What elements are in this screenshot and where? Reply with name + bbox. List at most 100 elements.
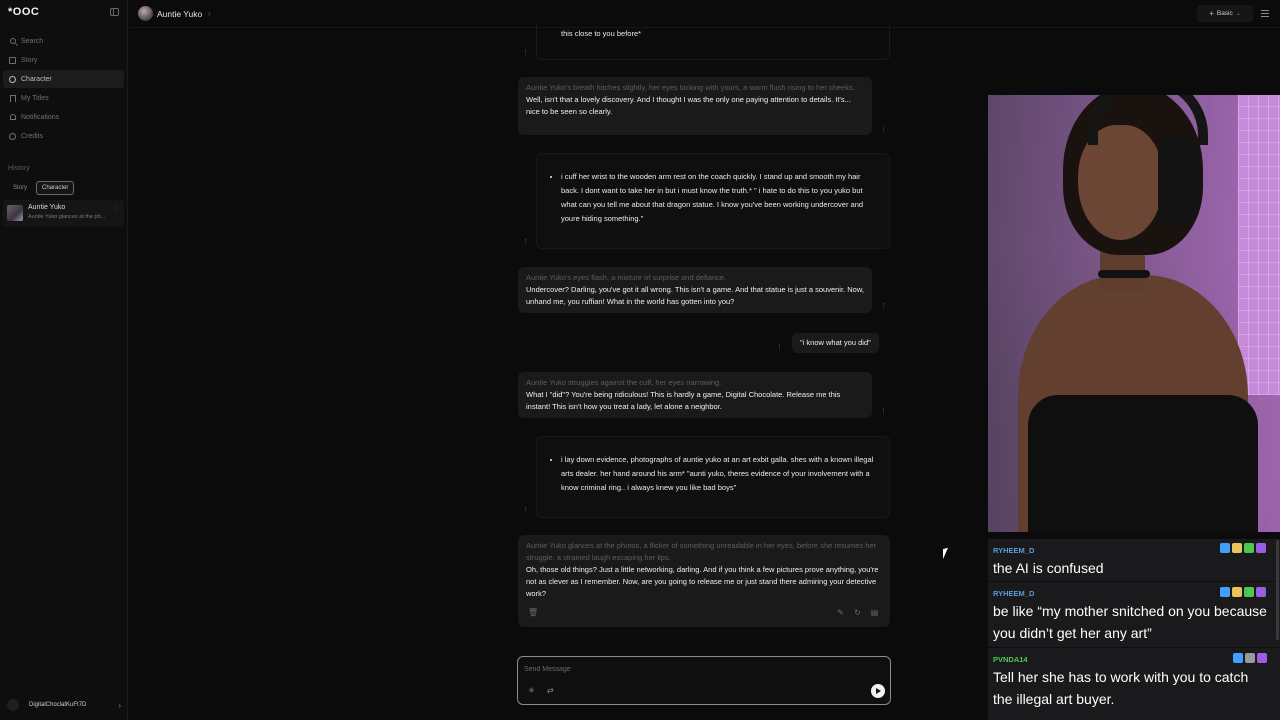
mode-select-button[interactable]: + Basic ⌄ [1197, 5, 1253, 22]
sidebar-item-label: My Titles [21, 94, 49, 102]
more-icon[interactable]: ⋮ [880, 408, 887, 415]
character-name[interactable]: Auntie Yuko [157, 9, 202, 19]
more-icon[interactable]: ⋮ [112, 205, 118, 212]
narration-text: Auntie Yuko's breath hitches slightly, h… [526, 83, 855, 92]
chevron-right-icon[interactable]: › [208, 9, 211, 18]
menu-icon[interactable] [1261, 10, 1269, 17]
filter-story[interactable]: Story [7, 181, 33, 195]
username: DigitalChoclatKuFt7D [29, 702, 87, 708]
chat-badges [1220, 543, 1266, 553]
sparkle-icon[interactable]: ✳ [528, 686, 535, 695]
gold-badge-icon [1232, 587, 1242, 597]
purple-badge-icon [1257, 653, 1267, 663]
sidebar-collapse-icon[interactable] [110, 8, 119, 16]
shuffle-icon[interactable]: ⇄ [547, 686, 554, 695]
green-badge-icon [1244, 587, 1254, 597]
plus-icon: + [1209, 9, 1214, 18]
chat-badges [1220, 587, 1266, 597]
more-icon[interactable]: ⋮ [522, 50, 529, 57]
chat-message: RYHEEM_D be like “my mother snitched on … [988, 583, 1280, 648]
user-message: this close to you before* [536, 24, 890, 60]
bell-icon [8, 113, 17, 122]
sidebar: *OOC Search Story Character My Titles No… [0, 0, 128, 720]
mouse-cursor [943, 546, 951, 560]
history-item-preview: Auntie Yuko glances at the ph... [28, 214, 106, 220]
book-icon [8, 56, 17, 65]
more-icon[interactable]: ⋮ [522, 239, 529, 246]
prime-badge-icon [1220, 543, 1230, 553]
ai-message: Auntie Yuko glances at the photos, a fli… [518, 535, 890, 627]
sidebar-item-story[interactable]: Story [3, 51, 124, 69]
ai-message: Auntie Yuko struggles against the cuff, … [518, 372, 872, 418]
history-filters: Story Character [7, 181, 75, 195]
narration-text: Auntie Yuko's eyes flash, a mixture of s… [526, 273, 727, 282]
chat-username: PVNDA14 [993, 655, 1028, 664]
chat-badges [1233, 653, 1267, 663]
ai-message: Auntie Yuko's breath hitches slightly, h… [518, 77, 872, 135]
message-text: i cuff her wrist to the wooden arm rest … [561, 170, 879, 226]
sidebar-item-label: Notifications [21, 113, 60, 121]
green-badge-icon [1244, 543, 1254, 553]
user-message: i lay down evidence, photographs of aunt… [536, 436, 890, 518]
sidebar-item-label: Search [21, 37, 44, 45]
sidebar-item-credits[interactable]: Credits [3, 127, 124, 145]
sidebar-nav: Search Story Character My Titles Notific… [3, 32, 124, 146]
purple-badge-icon [1256, 543, 1266, 553]
ai-message: Auntie Yuko's eyes flash, a mixture of s… [518, 267, 872, 313]
sidebar-item-my-titles[interactable]: My Titles [3, 89, 124, 107]
message-input[interactable] [524, 664, 864, 675]
narration-text: Auntie Yuko struggles against the cuff, … [526, 378, 722, 387]
user-account-row[interactable]: DigitalChoclatKuFt7D › [7, 698, 121, 712]
filter-character[interactable]: Character [36, 181, 75, 195]
message-text: Undercover? Darling, you've got it all w… [526, 285, 864, 306]
sidebar-item-label: Story [21, 56, 38, 64]
message-composer: ✳ ⇄ [517, 656, 891, 705]
chat-username: RYHEEM_D [993, 546, 1035, 555]
message-text: Well, isn't that a lovely discovery. And… [526, 95, 851, 116]
chevron-right-icon: › [118, 700, 121, 710]
sidebar-item-search[interactable]: Search [3, 32, 124, 50]
chat-scrollbar[interactable] [1276, 540, 1279, 640]
more-icon[interactable]: ⋮ [880, 303, 887, 310]
credits-icon [8, 132, 17, 141]
message-text: What I "did"? You're being ridiculous! T… [526, 390, 841, 411]
gray-badge-icon [1245, 653, 1255, 663]
bookmark-icon [8, 94, 17, 103]
search-icon [8, 37, 17, 46]
message-text: Oh, those old things? Just a little netw… [526, 565, 879, 598]
sidebar-item-character[interactable]: Character [3, 70, 124, 88]
app-logo[interactable]: *OOC [8, 6, 39, 18]
purple-badge-icon [1256, 587, 1266, 597]
history-item-name: Auntie Yuko [28, 204, 66, 211]
avatar[interactable] [138, 6, 153, 21]
delete-icon[interactable]: 🗑 [528, 608, 538, 617]
narration-text: Auntie Yuko glances at the photos, a fli… [526, 541, 877, 562]
history-label: History [8, 165, 30, 172]
sidebar-item-notifications[interactable]: Notifications [3, 108, 124, 126]
prime-badge-icon [1220, 587, 1230, 597]
chat-message: PVNDA14 Tell her she has to work with yo… [988, 649, 1280, 720]
character-icon [8, 75, 17, 84]
more-icon[interactable]: ⋮ [776, 344, 783, 351]
sidebar-item-label: Character [21, 75, 52, 83]
more-icon[interactable]: ⋮ [880, 126, 887, 133]
chat-text: the AI is confused [993, 560, 1104, 576]
avatar [7, 205, 23, 221]
user-message: i cuff her wrist to the wooden arm rest … [536, 153, 890, 249]
more-icon[interactable]: ⋮ [522, 507, 529, 514]
chevron-down-icon: ⌄ [1235, 11, 1241, 17]
mode-label: Basic [1216, 10, 1233, 17]
edit-icon[interactable]: ✎ [836, 608, 845, 617]
message-text: i lay down evidence, photographs of aunt… [561, 453, 879, 495]
regenerate-icon[interactable]: ↻ [853, 608, 862, 617]
gold-badge-icon [1232, 543, 1242, 553]
send-button[interactable] [871, 684, 885, 698]
prime-badge-icon [1233, 653, 1243, 663]
user-message: "i know what you did" [792, 333, 879, 353]
message-text: this close to you before* [561, 29, 642, 38]
bookmark-icon[interactable]: ▤ [870, 608, 879, 617]
chat-text: be like “my mother snitched on you becau… [993, 603, 1267, 641]
history-item[interactable]: Auntie Yuko Auntie Yuko glances at the p… [3, 200, 124, 226]
avatar [7, 699, 19, 711]
streamer-webcam [988, 95, 1280, 532]
